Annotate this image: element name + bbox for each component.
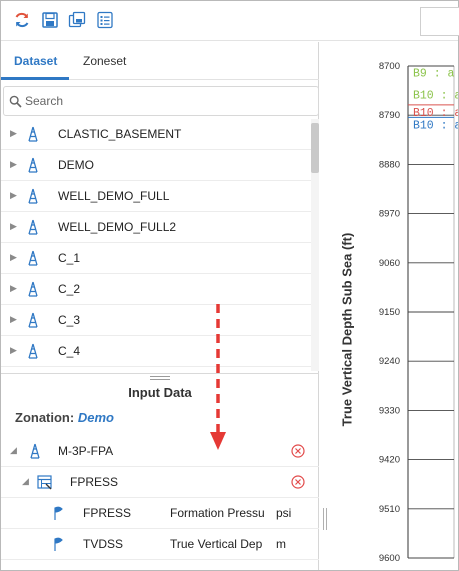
expand-caret-icon[interactable]: ▶ [10, 159, 17, 170]
active-tab-indicator [1, 77, 69, 80]
save-button[interactable] [41, 11, 59, 29]
depth-tick-label: 8970 [379, 209, 400, 220]
well-list-item[interactable]: ▶ C_2 [1, 274, 311, 305]
depth-tick-label: 9330 [379, 405, 400, 416]
depth-tick-label: 8790 [379, 110, 400, 121]
depth-tick-label: 8880 [379, 159, 400, 170]
well-list-item-label: WELL_DEMO_FULL2 [58, 220, 177, 234]
input-data-title: Input Data [128, 385, 192, 400]
curve-description: Formation Pressu [170, 506, 265, 520]
list-button[interactable] [96, 11, 114, 29]
tab-bar: Dataset Zoneset [1, 42, 319, 80]
expand-caret-icon[interactable]: ▶ [10, 221, 17, 232]
well-list-item[interactable]: ▶ WELL_DEMO_FULL [1, 181, 311, 212]
list-icon [97, 11, 113, 29]
depth-tick-label: 9600 [379, 553, 400, 564]
well-list-item[interactable]: ▶ WELL_DEMO_FULL2 [1, 212, 311, 243]
annotation-arrow-icon [210, 304, 226, 450]
well-list-item-label: C_1 [58, 251, 81, 265]
depth-tick-label: 9060 [379, 258, 400, 269]
expand-caret-icon[interactable]: ▶ [10, 128, 17, 139]
refresh-button[interactable] [13, 11, 31, 29]
expand-caret-icon[interactable]: ▶ [10, 190, 17, 201]
zone-label[interactable]: B10 : a : [413, 119, 458, 132]
depth-tick-label: 9150 [379, 307, 400, 318]
zone-label[interactable]: B10 : a : [413, 89, 458, 102]
zonation-value[interactable]: Demo [78, 410, 114, 425]
curve-unit: m [276, 537, 286, 551]
well-icon [28, 126, 38, 142]
collapse-caret-icon[interactable]: ◢ [10, 445, 17, 456]
dataset-icon [37, 475, 52, 490]
well-icon [28, 343, 38, 359]
curve-unit: psi [276, 506, 292, 520]
curve-description: True Vertical Dep [170, 537, 263, 551]
well-icon [28, 312, 38, 328]
well-list-item-label: C_2 [58, 282, 81, 296]
curve-name: FPRESS [83, 506, 132, 520]
vertical-splitter-grip-icon[interactable] [321, 508, 329, 530]
well-icon [28, 250, 38, 266]
well-list-item[interactable]: ▶ DEMO [1, 150, 311, 181]
splitter-grip-icon[interactable] [150, 376, 170, 382]
search-input[interactable] [25, 92, 305, 110]
input-well-label: M-3P-FPA [58, 444, 114, 458]
well-icon [28, 157, 38, 173]
collapse-caret-icon[interactable]: ◢ [22, 476, 29, 487]
toolbar [1, 1, 459, 41]
curve-icon [54, 537, 63, 551]
save-all-button[interactable] [68, 11, 86, 29]
dataset-tree: ▶ CLASTIC_BASEMENT ▶ DEMO ▶ WELL_DEMO_FULL ▶ WE… [1, 119, 319, 371]
well-list-item-label: DEMO [58, 158, 94, 172]
search-box [3, 86, 319, 116]
well-icon [28, 188, 38, 204]
search-icon [9, 95, 22, 108]
well-list-item-label: C_4 [58, 344, 81, 358]
expand-caret-icon[interactable]: ▶ [10, 314, 17, 325]
well-icon [28, 281, 38, 297]
remove-well-icon[interactable] [291, 444, 305, 458]
refresh-icon [15, 12, 29, 28]
zonation-label: Zonation: Demo [15, 410, 114, 425]
input-well-row[interactable]: ◢ M-3P-FPA [1, 436, 319, 467]
remove-dataset-icon[interactable] [291, 475, 305, 489]
well-list-item-label: C_3 [58, 313, 81, 327]
well-list-item[interactable]: ▶ C_1 [1, 243, 311, 274]
tab-zoneset[interactable]: Zoneset [83, 42, 126, 80]
tab-dataset[interactable]: Dataset [14, 42, 57, 80]
well-list-item[interactable]: ▶ CLASTIC_BASEMENT [1, 119, 311, 150]
curve-row[interactable]: FPRESS Formation Pressu psi [1, 498, 319, 529]
toolbar-field[interactable] [420, 7, 459, 36]
y-axis-label: True Vertical Depth Sub Sea (ft) [339, 232, 355, 427]
input-dataset-label: FPRESS [70, 475, 119, 489]
well-icon [28, 219, 38, 235]
expand-caret-icon[interactable]: ▶ [10, 283, 17, 294]
depth-tick-label: 8700 [379, 61, 400, 72]
well-list-item-label: WELL_DEMO_FULL [58, 189, 170, 203]
well-list-item-label: CLASTIC_BASEMENT [58, 127, 182, 141]
zonation-label-text: Zonation: [15, 410, 75, 425]
depth-tick-label: 9510 [379, 504, 400, 515]
curve-icon [54, 506, 63, 520]
expand-caret-icon[interactable]: ▶ [10, 252, 17, 263]
depth-tick-label: 9420 [379, 455, 400, 466]
curve-name: TVDSS [83, 537, 124, 551]
save-icon [42, 12, 58, 28]
input-dataset-row[interactable]: ◢ FPRESS [1, 467, 319, 498]
save-all-icon [68, 11, 86, 28]
well-list-item[interactable]: ▶ C_4 [1, 336, 311, 367]
depth-tick-label: 9240 [379, 356, 400, 367]
left-panel: Dataset Zoneset ▶ CLASTIC_BASEMENT ▶ DEMO ▶ W… [1, 42, 319, 570]
zone-label[interactable]: B9 : a : g [413, 67, 458, 80]
expand-caret-icon[interactable]: ▶ [10, 345, 17, 356]
well-icon [30, 443, 40, 459]
curve-row[interactable]: TVDSS True Vertical Dep m [1, 529, 319, 560]
well-list-item[interactable]: ▶ C_3 [1, 305, 311, 336]
scrollbar-thumb[interactable] [311, 123, 319, 173]
